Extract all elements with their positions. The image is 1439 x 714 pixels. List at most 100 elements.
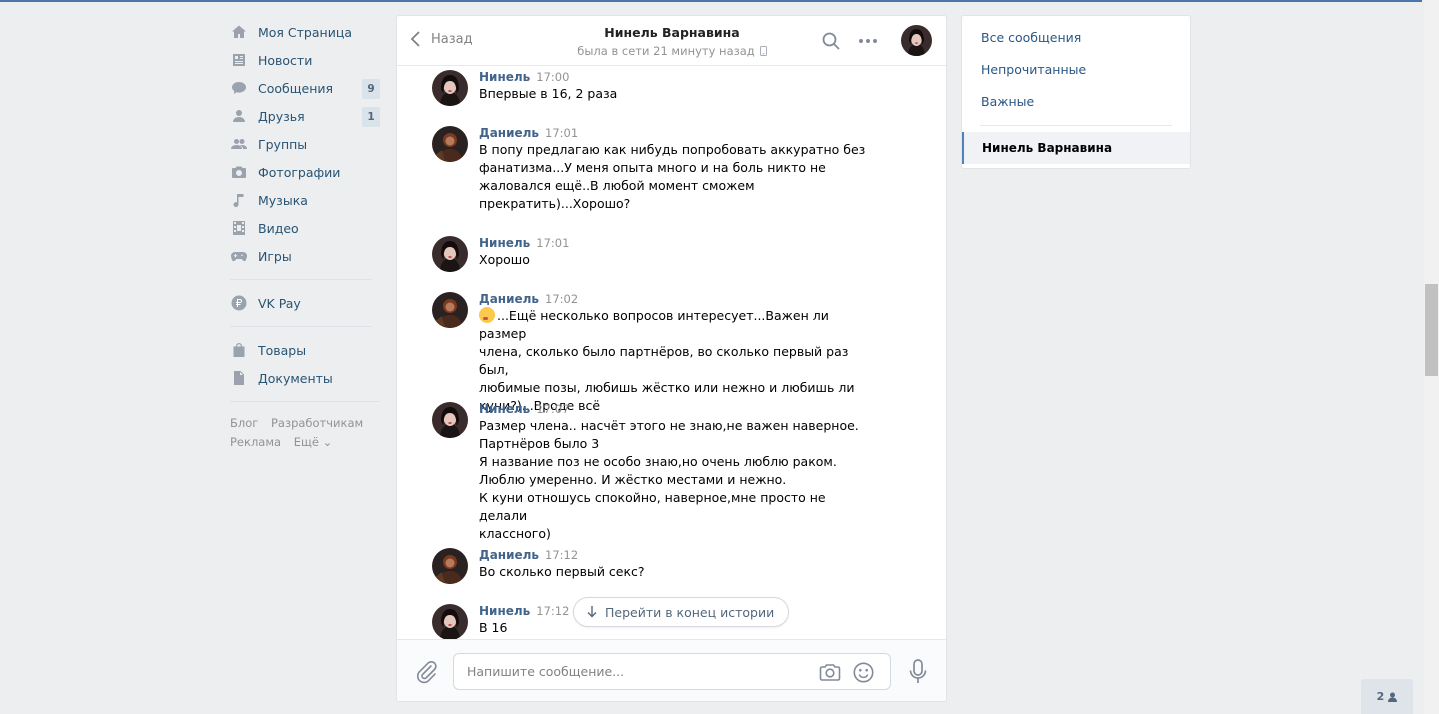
author-avatar-daniel[interactable] [432,548,468,584]
gamepad-icon [231,248,247,264]
home-icon [231,24,247,40]
camera-icon [231,164,247,180]
message: Нинель 17:07 Размер члена.. насчёт этого … [432,401,872,543]
paperclip-icon[interactable] [416,660,438,684]
filter-all-messages[interactable]: Все сообщения [962,22,1190,54]
camera-icon[interactable] [819,662,841,682]
message-text: ...Ещё несколько вопросов интересует...В… [479,308,855,413]
message-filters-panel: Все сообщения Непрочитанные Важные Нинел… [961,15,1191,169]
chat-header: Назад Нинель Варнавина была в сети 21 ми… [397,16,946,66]
microphone-icon[interactable] [908,659,928,685]
nav-item-label: Группы [258,136,308,152]
author-avatar-daniel[interactable] [432,292,468,328]
message: Даниель 17:02 ...Ещё несколько вопросов и… [432,291,872,415]
message-text: В попу предлагаю как нибудь попробовать … [479,142,866,211]
messages-icon [231,80,247,96]
nav-item-label: Видео [258,220,299,236]
back-button[interactable]: Назад [409,30,473,48]
message-text-container: ...Ещё несколько вопросов интересует...В… [479,307,872,415]
nav-item-groups[interactable]: Группы [230,130,380,158]
footer-link-blog[interactable]: Блог [230,416,258,430]
chat-title-block: Нинель Варнавина была в сети 21 минуту н… [547,25,797,58]
left-sidebar: Моя Страница Новости Сообщения 9 Друзья … [230,18,380,452]
contact-avatar[interactable] [901,25,932,56]
message: Даниель 17:01 В попу предлагаю как нибудь… [432,125,872,213]
message-author[interactable]: Нинель [479,402,530,416]
message-author[interactable]: Нинель [479,70,530,84]
chevron-left-icon [410,31,420,47]
mobile-icon [759,46,767,56]
page-scrollbar[interactable] [1424,0,1439,714]
nav-item-goods[interactable]: Товары [230,336,380,364]
nav-item-messages[interactable]: Сообщения 9 [230,74,380,102]
message-input[interactable] [467,654,807,689]
message-time[interactable]: 17:02 [545,292,578,306]
top-header-line [0,0,1422,2]
footer-link-ads[interactable]: Реклама [230,435,281,449]
author-avatar-ninel[interactable] [432,236,468,272]
message-time[interactable]: 17:00 [536,70,569,84]
bag-icon [231,342,247,358]
message-input-box [453,653,891,690]
nav-item-games[interactable]: Игры [230,242,380,270]
messages-list[interactable]: Нинель 17:00 Впервые в 16, 2 раза Даниель… [397,67,946,639]
nav-item-news[interactable]: Новости [230,46,380,74]
jump-to-latest-button[interactable]: Перейти в конец истории [573,597,790,627]
groups-icon [231,136,247,152]
nav-item-friends[interactable]: Друзья 1 [230,102,380,130]
author-avatar-ninel[interactable] [432,604,468,639]
nav-item-label: Фотографии [258,164,341,180]
message-text: Во сколько первый секс? [479,564,645,579]
message-author[interactable]: Нинель [479,604,530,618]
online-friends-button[interactable]: 2 [1361,679,1413,714]
nav-item-label: Друзья [258,108,305,124]
news-icon [231,52,247,68]
online-friends-count: 2 [1376,690,1385,703]
scrollbar-thumb[interactable] [1425,284,1438,376]
unread-count-badge: 9 [362,79,380,99]
message-time[interactable]: 17:12 [536,604,569,618]
friends-icon [231,108,247,124]
message-time[interactable]: 17:12 [545,548,578,562]
author-avatar-daniel[interactable] [432,126,468,162]
nav-item-vk-pay[interactable]: VK Pay [230,289,380,317]
footer-link-developers[interactable]: Разработчикам [271,416,363,430]
author-avatar-ninel[interactable] [432,70,468,106]
filter-unread[interactable]: Непрочитанные [962,54,1190,86]
ruble-icon [231,295,247,311]
user-icon [1388,692,1398,702]
chat-contact-name[interactable]: Нинель Варнавина [547,25,797,40]
last-seen-text: была в сети 21 минуту назад [577,44,755,58]
message-time[interactable]: 17:01 [536,236,569,250]
nav-item-documents[interactable]: Документы [230,364,380,392]
nav-item-label: Новости [258,52,313,68]
footer-link-more[interactable]: Ещё ⌄ [294,435,332,449]
search-icon[interactable] [822,32,840,50]
message-author[interactable]: Даниель [479,548,539,562]
smile-icon[interactable] [853,662,874,683]
music-icon [231,192,247,208]
message-author[interactable]: Даниель [479,126,539,140]
nav-item-music[interactable]: Музыка [230,186,380,214]
footer-links: Блог Разработчикам Реклама Ещё ⌄ [230,414,380,452]
nav-item-my-page[interactable]: Моя Страница [230,18,380,46]
active-conversation-item[interactable]: Нинель Варнавина [962,132,1190,164]
message-time[interactable]: 17:07 [536,402,569,416]
chat-contact-status: была в сети 21 минуту назад [547,44,797,58]
more-actions-icon[interactable] [859,32,881,50]
nav-item-photos[interactable]: Фотографии [230,158,380,186]
jump-to-latest-label: Перейти в конец истории [605,604,775,620]
message-time[interactable]: 17:01 [545,126,578,140]
nav-item-label: Музыка [258,192,308,208]
filter-important[interactable]: Важные [962,86,1190,118]
nav-item-video[interactable]: Видео [230,214,380,242]
nav-item-label: Товары [258,342,307,358]
message-author[interactable]: Даниель [479,292,539,306]
author-avatar-ninel[interactable] [432,402,468,438]
message: Нинель 17:00 Впервые в 16, 2 раза [432,69,872,106]
filter-divider [980,125,1172,126]
message-author[interactable]: Нинель [479,236,530,250]
nav-item-label: Игры [258,248,292,264]
message-text: Впервые в 16, 2 раза [479,86,618,101]
message-composer [397,639,946,701]
